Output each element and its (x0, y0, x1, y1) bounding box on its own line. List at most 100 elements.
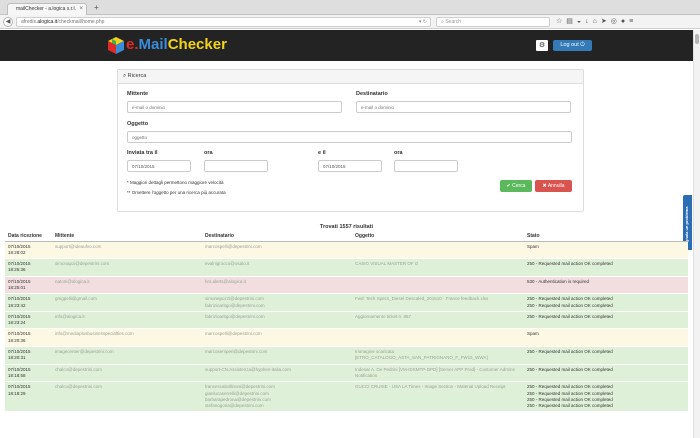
cell-state: 250 - Requested mail action OK completed (524, 346, 688, 365)
search-placeholder: Search (445, 19, 462, 25)
bookmark-star-icon[interactable]: ☆ (556, 16, 566, 28)
cell-subject: Fwd: Tech Specs_Diesel Descaled_201510 -… (352, 293, 524, 312)
table-row[interactable]: 07/10/2015 18:26:36 simonapzi@depestrini.c… (5, 258, 688, 277)
table-row[interactable]: 07/10/2015 18:28:02 support@ideaufvo.com ma… (5, 240, 688, 259)
cell-subject: CASIO VISUAL MASTER OF G (352, 258, 524, 277)
results-header-row: Data ricezione Mittente Destinatario Ogg… (5, 231, 688, 242)
home-icon[interactable]: ⌂ (593, 16, 601, 28)
mittente-label: Mittente (127, 91, 149, 97)
app-logo[interactable]: e.MailChecker (126, 37, 227, 53)
mittente-input[interactable] (127, 101, 342, 113)
dropdown-icon[interactable]: ▾ (419, 19, 422, 25)
results-count: Trovati 1557 risultati (319, 224, 374, 230)
new-tab-icon[interactable]: + (94, 3, 99, 13)
cancel-button[interactable]: ✖ Annulla (535, 180, 572, 192)
cell-date: 07/10/2015 18:28:02 (5, 240, 52, 259)
tab-close-icon[interactable]: × (79, 4, 83, 15)
col-mittente[interactable]: Mittente (52, 231, 202, 242)
table-row[interactable]: 07/10/2015 18:20:31 imagecenter@depestrini… (5, 346, 688, 365)
cell-subject (352, 240, 524, 259)
destinatario-input[interactable] (356, 101, 571, 113)
cell-to: support-CN.Assistenza@hyphen-italia.com (202, 363, 352, 382)
url-domain: alogica.it (37, 19, 58, 25)
browser-tab[interactable]: mailChecker - a.logica s.r.l. × (7, 3, 87, 15)
back-arrow-icon[interactable]: ◀ (3, 17, 13, 27)
ora-label-from: ora (204, 150, 213, 156)
cell-to: marcospelli@depestrini.com (202, 240, 352, 259)
table-row[interactable]: 07/10/2015 18:25:01 natoni@alogica.it hrs.a… (5, 275, 688, 294)
table-row[interactable]: 07/10/2015 18:18:58 chalco@depestrini.com s… (5, 363, 688, 382)
oggetto-input[interactable] (127, 131, 572, 143)
browser-tabbar: mailChecker - a.logica s.r.l. × + (0, 0, 700, 15)
col-data-ricezione[interactable]: Data ricezione (5, 231, 52, 242)
menu-icon[interactable]: ≡ (629, 16, 637, 28)
send-icon[interactable]: ➤ (601, 16, 611, 28)
cell-date: 07/10/2015 18:26:36 (5, 258, 52, 277)
col-destinatario[interactable]: Destinatario (202, 231, 352, 242)
settings-gear-icon[interactable]: ⚙ (536, 40, 548, 51)
cell-date: 07/10/2015 18:18:29 (5, 381, 52, 412)
destinatario-label: Destinatario (356, 91, 388, 97)
extension-icon[interactable]: ◎ (611, 16, 621, 28)
cell-to: simonepozzi@depestrini.com fabrizioaritgo… (202, 293, 352, 312)
page-scrollbar[interactable] (693, 30, 700, 438)
cell-subject (352, 275, 524, 294)
toolbar-icons: ☆▤◒↓⌂➤◎●≡ (556, 16, 637, 28)
inviata-label: Inviata tra il (127, 150, 158, 156)
cell-to: marcosemperi@depestrini.com (202, 346, 352, 365)
search-panel-heading: ⌕ Ricerca (118, 70, 583, 84)
table-row[interactable]: 07/10/2015 18:20:36 info@mediaplusbusiness… (5, 328, 688, 347)
date-from-input[interactable]: 07/10/2015 (127, 160, 191, 172)
cell-subject: Indesar A. De Pedrini [VM-IDSMTP-DPD] [S… (352, 363, 524, 382)
cell-state: 250 - Requested mail action OK completed… (524, 293, 688, 312)
cell-from: chalco@depestrini.com (52, 381, 202, 412)
search-icon: ⌕ (123, 73, 127, 79)
search-button[interactable]: ✔ Cerca (500, 180, 532, 192)
cell-subject (352, 328, 524, 347)
cell-state: Spam (524, 240, 688, 259)
time-to-input[interactable] (394, 160, 458, 172)
cell-state: 530 - Authentication is required (524, 275, 688, 294)
cell-subject: GUCCI CRUISE - USA LA Times - Image Sect… (352, 381, 524, 412)
time-from-input[interactable] (204, 160, 268, 172)
pocket-icon[interactable]: ◒ (577, 16, 585, 28)
cell-from: chalco@depestrini.com (52, 363, 202, 382)
note-details: * Maggiori dettagli permettono maggiore … (127, 180, 224, 185)
logout-button[interactable]: Log out ⏻ (553, 40, 592, 51)
cell-to: evalnigrocco@osato.it (202, 258, 352, 277)
url-bar[interactable]: afredis.alogica.it/checkmail/home.php ▾ … (16, 17, 431, 27)
scroll-thumb[interactable] (695, 34, 699, 44)
cell-to: marcospelli@depestrini.com (202, 328, 352, 347)
cell-from: info@alogica.it (52, 310, 202, 329)
cell-date: 07/10/2015 18:20:31 (5, 346, 52, 365)
browser-navbar: ◀ afredis.alogica.it/checkmail/home.php … (0, 15, 700, 29)
url-suffix: /checkmail/home.php (57, 19, 105, 25)
sync-icon[interactable]: ● (621, 16, 629, 28)
table-row[interactable]: 07/10/2015 18:23:42 gmgpelli@gmail.com simo… (5, 293, 688, 312)
download-icon[interactable]: ↓ (585, 16, 593, 28)
browser-search-input[interactable]: ⌕ Search (436, 17, 550, 27)
cell-to: fabrizioaritgo@depestrini.com (202, 310, 352, 329)
app-header: e.MailChecker ⚙ Log out ⏻ (0, 30, 693, 61)
cell-to: francescabollinoni@depestrini.com gianluc… (202, 381, 352, 412)
reader-icon[interactable]: ▤ (566, 16, 577, 28)
cell-subject: Immagine scaricata [ETRO_CATALOGO_ASTA_S… (352, 346, 524, 365)
cell-subject: Aggiornamento ticket n. 867 (352, 310, 524, 329)
date-to-input[interactable]: 07/10/2015 (318, 160, 382, 172)
logo-cube-icon (108, 37, 124, 54)
col-stato[interactable]: Stato (524, 231, 688, 242)
cell-state: 250 - Requested mail action OK completed (524, 258, 688, 277)
oggetto-label: Oggetto (127, 121, 149, 127)
cell-date: 07/10/2015 18:23:42 (5, 293, 52, 312)
ora-label-to: ora (394, 150, 403, 156)
cell-state: 250 - Requested mail action OK completed (524, 310, 688, 329)
col-oggetto[interactable]: Oggetto (352, 231, 524, 242)
cell-state: 250 - Requested mail action OK completed (524, 363, 688, 382)
note-subject: ** Omettere l'oggetto per una ricerca pi… (127, 190, 226, 195)
table-row[interactable]: 07/10/2015 18:18:29 chalco@depestrini.com f… (5, 381, 688, 412)
e-il-label: e il (318, 150, 326, 156)
table-row[interactable]: 07/10/2015 18:23:24 info@alogica.it fabrizi… (5, 310, 688, 329)
cell-to: hrs.alerts@alogica.it (202, 275, 352, 294)
reload-icon[interactable]: ↻ (423, 19, 427, 25)
cell-state: 250 - Requested mail action OK completed… (524, 381, 688, 412)
